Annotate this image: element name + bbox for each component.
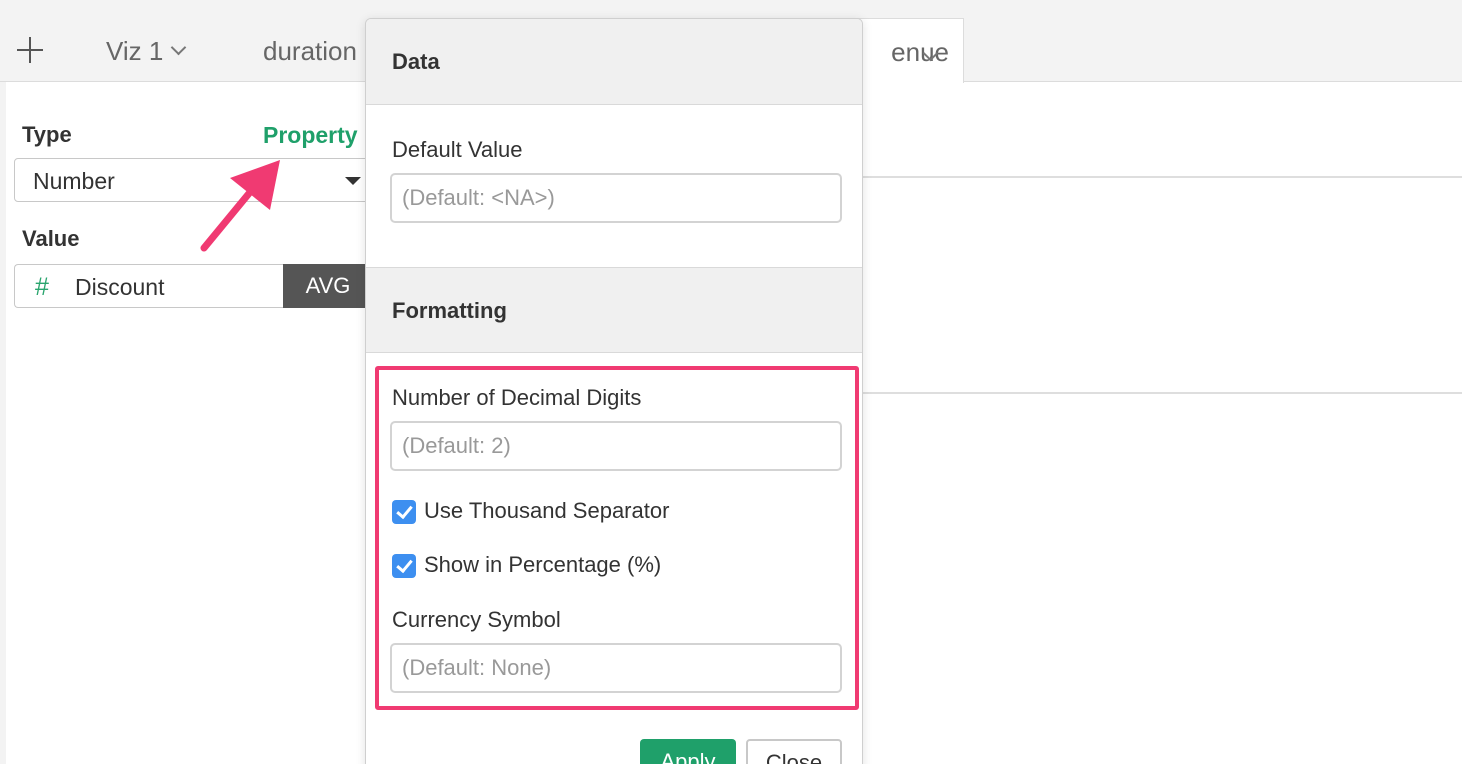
caret-down-icon bbox=[345, 177, 361, 185]
property-popover: Data Default Value Formatting Number of … bbox=[365, 18, 863, 764]
default-value-label: Default Value bbox=[392, 137, 523, 162]
highlight-annotation bbox=[375, 366, 859, 710]
value-label: Value bbox=[22, 226, 80, 251]
data-header: Data bbox=[392, 49, 440, 74]
value-field-name: Discount bbox=[75, 274, 165, 300]
apply-button[interactable]: Apply bbox=[640, 739, 736, 764]
left-edge bbox=[0, 82, 6, 764]
tab-duration[interactable]: duration bbox=[263, 36, 357, 66]
number-type-icon: # bbox=[35, 273, 49, 301]
type-select-value: Number bbox=[33, 168, 115, 194]
close-button[interactable]: Close bbox=[746, 739, 842, 764]
type-label: Type bbox=[22, 122, 72, 147]
property-link[interactable]: Property bbox=[263, 122, 358, 149]
aggregate-button[interactable]: AVG bbox=[283, 264, 373, 308]
formatting-header: Formatting bbox=[392, 298, 507, 323]
tab-label: duration bbox=[263, 35, 357, 66]
tab-label: Viz 1 bbox=[106, 35, 164, 66]
divider bbox=[862, 176, 1462, 178]
divider bbox=[862, 392, 1462, 394]
default-value-input[interactable] bbox=[390, 173, 842, 223]
page: Viz 1 duration enue Type Property Number… bbox=[0, 0, 1462, 764]
chevron-down-icon bbox=[171, 39, 187, 55]
data-section-header: Data bbox=[366, 19, 862, 105]
add-tab-icon[interactable] bbox=[16, 36, 44, 64]
value-field[interactable]: # Discount bbox=[14, 264, 284, 308]
formatting-section-header: Formatting bbox=[366, 267, 862, 353]
annotation-arrow-icon bbox=[200, 160, 280, 252]
tab-viz-1[interactable]: Viz 1 bbox=[106, 35, 187, 66]
